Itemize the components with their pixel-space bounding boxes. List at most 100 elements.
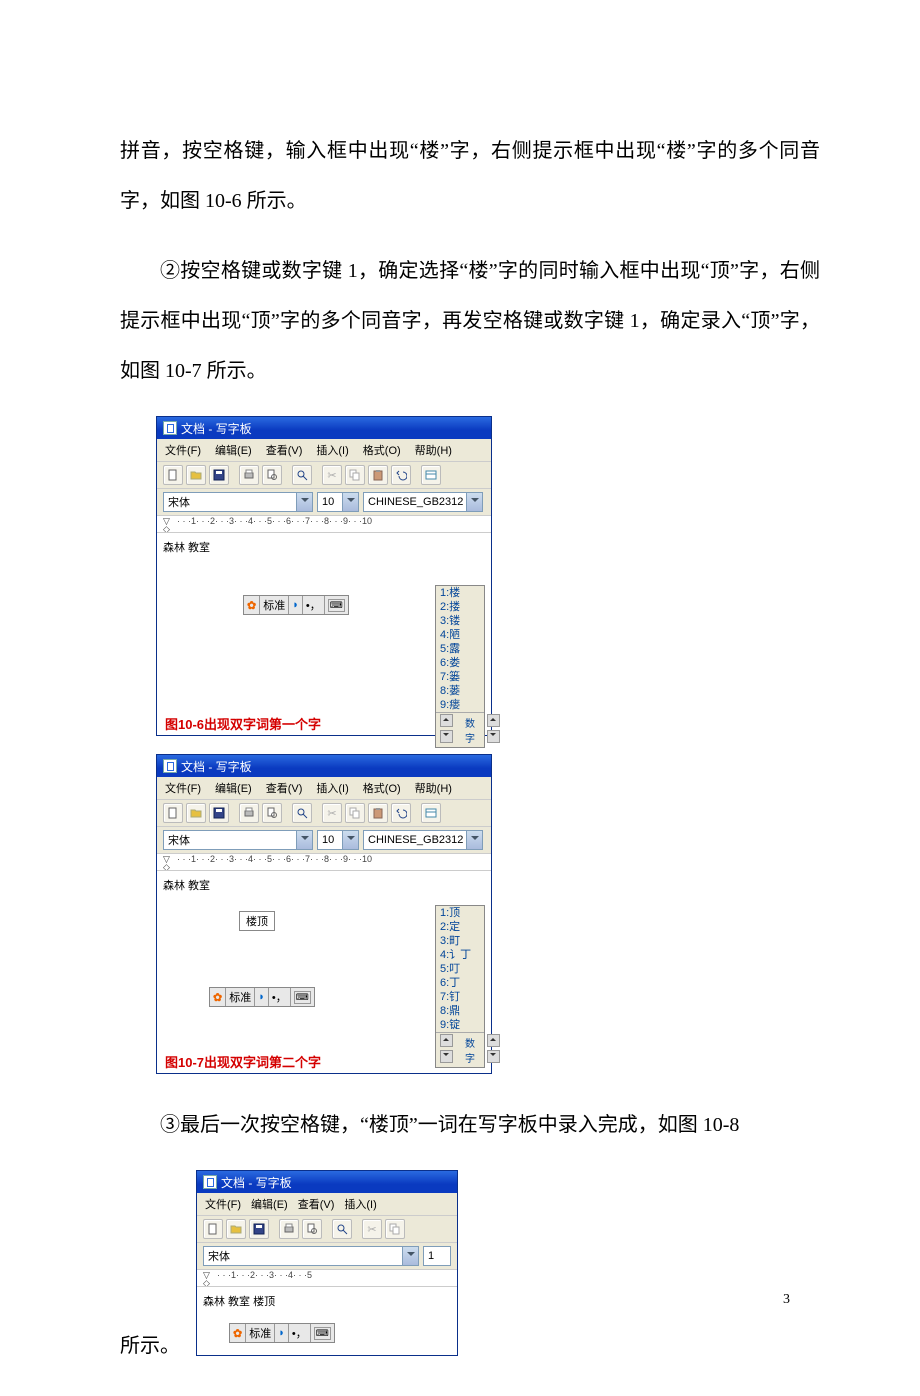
cut-icon[interactable]: ✂	[322, 803, 342, 823]
cut-icon[interactable]: ✂	[362, 1219, 382, 1239]
menu-insert[interactable]: 插入(I)	[316, 780, 348, 796]
page-up-icon[interactable]	[487, 714, 500, 727]
menu-bar[interactable]: 文件(F) 编辑(E) 查看(V) 插入(I) 格式(O) 帮助(H)	[157, 439, 491, 462]
print-icon[interactable]	[239, 465, 259, 485]
ime-punct-icon[interactable]: •，	[289, 1324, 311, 1342]
datetime-icon[interactable]	[421, 803, 441, 823]
candidate-item[interactable]: 6:娄	[436, 656, 484, 670]
page-down-icon[interactable]	[440, 730, 453, 743]
page-up-icon[interactable]	[440, 1034, 453, 1047]
preview-icon[interactable]	[262, 465, 282, 485]
candidate-item[interactable]: 1:楼	[436, 586, 484, 600]
editor-body[interactable]: 森林 教室 ✿ 标准 ◗ •， ⌨ 1:楼 2:搂 3:镂 4:陋 5:露 6:…	[157, 533, 491, 735]
candidate-item[interactable]: 9:瘘	[436, 698, 484, 712]
new-icon[interactable]	[163, 803, 183, 823]
candidate-item[interactable]: 1:顶	[436, 906, 484, 920]
ime-softkb-icon[interactable]: ⌨	[311, 1324, 334, 1342]
candidate-item[interactable]: 8:鼎	[436, 1004, 484, 1018]
save-icon[interactable]	[209, 803, 229, 823]
ime-shape-icon[interactable]: ◗	[275, 1324, 289, 1342]
copy-icon[interactable]	[385, 1219, 405, 1239]
paste-icon[interactable]	[368, 803, 388, 823]
fontsize-select[interactable]: 1	[423, 1246, 451, 1266]
chevron-down-icon[interactable]	[402, 1247, 418, 1265]
candidate-item[interactable]: 5:叮	[436, 962, 484, 976]
ime-punct-icon[interactable]: •，	[303, 596, 325, 614]
page-down-icon[interactable]	[440, 1050, 453, 1063]
menu-edit[interactable]: 编辑(E)	[215, 442, 252, 458]
cut-icon[interactable]: ✂	[322, 465, 342, 485]
candidate-item[interactable]: 3:町	[436, 934, 484, 948]
ime-mode-label[interactable]: 标准	[226, 988, 255, 1006]
ime-mode-label[interactable]: 标准	[246, 1324, 275, 1342]
menu-file[interactable]: 文件(F)	[205, 1196, 241, 1212]
menu-view[interactable]: 查看(V)	[266, 780, 303, 796]
page-down-icon[interactable]	[487, 730, 500, 743]
menu-edit[interactable]: 编辑(E)	[251, 1196, 288, 1212]
charset-select[interactable]: CHINESE_GB2312	[363, 492, 483, 512]
open-icon[interactable]	[226, 1219, 246, 1239]
candidate-item[interactable]: 4:讠丁	[436, 948, 484, 962]
candidate-item[interactable]: 4:陋	[436, 628, 484, 642]
font-select[interactable]: 宋体	[203, 1246, 419, 1266]
chevron-down-icon[interactable]	[296, 831, 312, 849]
menu-insert[interactable]: 插入(I)	[344, 1196, 376, 1212]
ime-logo-icon[interactable]: ✿	[210, 988, 226, 1006]
page-up-icon[interactable]	[440, 714, 453, 727]
menu-file[interactable]: 文件(F)	[165, 780, 201, 796]
menu-view[interactable]: 查看(V)	[298, 1196, 335, 1212]
fontsize-select[interactable]: 10	[317, 492, 359, 512]
chevron-down-icon[interactable]	[466, 493, 482, 511]
ime-status-bar[interactable]: ✿ 标准 ◗ •， ⌨	[229, 1323, 335, 1343]
chevron-down-icon[interactable]	[296, 493, 312, 511]
candidate-item[interactable]: 3:镂	[436, 614, 484, 628]
editor-body[interactable]: 森林 教室 楼顶 ✿ 标准 ◗ •， ⌨	[197, 1287, 457, 1355]
chevron-down-icon[interactable]	[342, 493, 358, 511]
ime-mode-label[interactable]: 标准	[260, 596, 289, 614]
candidate-list[interactable]: 1:楼 2:搂 3:镂 4:陋 5:露 6:娄 7:篓 8:蒌 9:瘘 数字	[435, 585, 485, 748]
open-icon[interactable]	[186, 465, 206, 485]
menu-help[interactable]: 帮助(H)	[415, 442, 452, 458]
ime-softkb-icon[interactable]: ⌨	[291, 988, 314, 1006]
candidate-item[interactable]: 9:锭	[436, 1018, 484, 1032]
chevron-down-icon[interactable]	[466, 831, 482, 849]
ime-status-bar[interactable]: ✿ 标准 ◗ •， ⌨	[243, 595, 349, 615]
page-down-icon[interactable]	[487, 1050, 500, 1063]
find-icon[interactable]	[332, 1219, 352, 1239]
ime-logo-icon[interactable]: ✿	[244, 596, 260, 614]
print-icon[interactable]	[279, 1219, 299, 1239]
ime-shape-icon[interactable]: ◗	[255, 988, 269, 1006]
candidate-item[interactable]: 2:定	[436, 920, 484, 934]
candidate-item[interactable]: 6:丁	[436, 976, 484, 990]
preview-icon[interactable]	[262, 803, 282, 823]
chevron-down-icon[interactable]	[342, 831, 358, 849]
print-icon[interactable]	[239, 803, 259, 823]
candidate-item[interactable]: 7:钉	[436, 990, 484, 1004]
undo-icon[interactable]	[391, 803, 411, 823]
save-icon[interactable]	[209, 465, 229, 485]
menu-edit[interactable]: 编辑(E)	[215, 780, 252, 796]
find-icon[interactable]	[292, 803, 312, 823]
candidate-item[interactable]: 2:搂	[436, 600, 484, 614]
paste-icon[interactable]	[368, 465, 388, 485]
font-select[interactable]: 宋体	[163, 830, 313, 850]
save-icon[interactable]	[249, 1219, 269, 1239]
ime-punct-icon[interactable]: •，	[269, 988, 291, 1006]
candidate-item[interactable]: 5:露	[436, 642, 484, 656]
charset-select[interactable]: CHINESE_GB2312	[363, 830, 483, 850]
open-icon[interactable]	[186, 803, 206, 823]
menu-bar[interactable]: 文件(F) 编辑(E) 查看(V) 插入(I) 格式(O) 帮助(H)	[157, 777, 491, 800]
ime-logo-icon[interactable]: ✿	[230, 1324, 246, 1342]
menu-bar[interactable]: 文件(F) 编辑(E) 查看(V) 插入(I)	[197, 1193, 457, 1216]
ime-shape-icon[interactable]: ◗	[289, 596, 303, 614]
candidate-item[interactable]: 7:篓	[436, 670, 484, 684]
candidate-item[interactable]: 8:蒌	[436, 684, 484, 698]
menu-insert[interactable]: 插入(I)	[316, 442, 348, 458]
page-up-icon[interactable]	[487, 1034, 500, 1047]
fontsize-select[interactable]: 10	[317, 830, 359, 850]
copy-icon[interactable]	[345, 803, 365, 823]
preview-icon[interactable]	[302, 1219, 322, 1239]
menu-file[interactable]: 文件(F)	[165, 442, 201, 458]
ime-status-bar[interactable]: ✿ 标准 ◗ •， ⌨	[209, 987, 315, 1007]
menu-view[interactable]: 查看(V)	[266, 442, 303, 458]
